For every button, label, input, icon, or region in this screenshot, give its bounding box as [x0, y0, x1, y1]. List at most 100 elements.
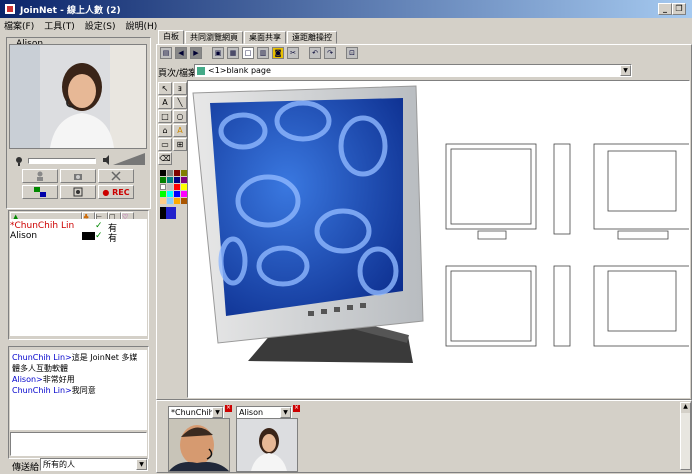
page-selector-label: 頁次/檔案 [158, 69, 198, 79]
color-orange[interactable] [174, 198, 180, 204]
color-peach[interactable] [160, 198, 166, 204]
volume-meter[interactable] [113, 153, 145, 165]
pages-icon[interactable]: ▥ [257, 46, 269, 59]
next-page-icon[interactable]: ▶ [190, 46, 202, 59]
participant-name: Alison [10, 231, 38, 241]
text-tool-icon[interactable]: A [158, 96, 172, 109]
snapshot-icon [73, 187, 83, 197]
speaker-icon[interactable] [102, 155, 112, 165]
camera-button[interactable] [60, 169, 96, 183]
menu-file[interactable]: 檔案(F) [4, 19, 34, 32]
color-white[interactable] [160, 184, 166, 190]
color-black[interactable] [160, 170, 166, 176]
line-width-icon[interactable] [160, 207, 182, 219]
participant-status: 有 [108, 224, 118, 234]
video2-name: Alison [239, 408, 264, 417]
chat-sender: ChunChih Lin> [12, 353, 72, 362]
participant-status: 有 [108, 234, 118, 244]
color-cyan[interactable] [167, 191, 173, 197]
microphone-icon[interactable] [14, 156, 24, 166]
page-icon [197, 66, 205, 75]
participant-row[interactable]: *ChunChih Lin ✓ 有 [10, 221, 147, 234]
font-tool-icon[interactable]: A [173, 124, 187, 137]
prev-page-icon[interactable]: ◀ [175, 46, 187, 59]
mic-volume-slider[interactable] [28, 158, 96, 164]
color-sky[interactable] [167, 198, 173, 204]
participant-name: *ChunChih Lin [10, 221, 75, 231]
color-gray[interactable] [167, 170, 173, 176]
open-icon[interactable]: ▤ [160, 46, 172, 59]
send-target-select[interactable]: 所有的人 ▼ [40, 458, 148, 471]
menu-settings[interactable]: 設定(S) [85, 19, 116, 32]
restore-button[interactable]: ❐ [672, 3, 686, 15]
redo-icon[interactable]: ↷ [324, 46, 336, 59]
remote-video-1 [168, 418, 230, 472]
layout-icon [34, 187, 46, 197]
color-silver[interactable] [167, 184, 173, 190]
color-palette [160, 170, 187, 204]
cut-icon[interactable]: ✂ [287, 46, 299, 59]
chat-sender: Alison> [12, 375, 43, 384]
participant-row[interactable]: Alison ✓ 有 [10, 231, 147, 244]
participant-list: *ChunChih Lin ✓ 有 Alison ✓ 有 [10, 219, 147, 336]
line-tool-icon[interactable]: ╲ [173, 96, 187, 109]
new-page-icon[interactable]: □ [242, 46, 254, 59]
woman-headset-image [237, 419, 297, 471]
page-selector-value: <1>blank page [208, 66, 271, 75]
color-teal[interactable] [167, 177, 173, 183]
fill-rect-icon[interactable]: ▭ [158, 138, 172, 151]
tab-remote-control[interactable]: 遠距離操控 [287, 31, 337, 44]
color-green[interactable] [160, 177, 166, 183]
page-selector[interactable]: <1>blank page ▼ [194, 64, 632, 77]
mute-button[interactable] [98, 169, 134, 183]
chat-message: Alison>非常好用 [12, 374, 145, 385]
chevron-down-icon[interactable]: ▼ [280, 407, 291, 418]
whiteboard-canvas[interactable] [187, 80, 691, 398]
rectangle-tool-icon[interactable]: □ [158, 110, 172, 123]
menu-bar: 檔案(F) 工具(T) 設定(S) 說明(H) [0, 18, 692, 32]
chevron-down-icon[interactable]: ▼ [620, 65, 631, 76]
paste-icon[interactable]: ◙ [272, 46, 284, 59]
user-button[interactable] [22, 169, 58, 183]
lasso-icon[interactable]: ⱻ [173, 82, 187, 95]
drawing-tools: ↖ ⱻ A ╲ □ ○ ⌂ A ▭ ⊞ ⌫ [156, 80, 187, 221]
chevron-down-icon[interactable]: ▼ [212, 407, 223, 418]
tab-whiteboard[interactable]: 白板 [158, 30, 184, 45]
man-headset-image [169, 419, 229, 471]
close-video1-icon[interactable]: × [225, 405, 232, 412]
chat-sender: ChunChih Lin> [12, 386, 72, 395]
ellipse-tool-icon[interactable]: ○ [173, 110, 187, 123]
chevron-down-icon[interactable]: ▼ [136, 459, 147, 470]
record-button[interactable]: ● REC [98, 185, 134, 199]
save-icon[interactable]: ▣ [212, 46, 224, 59]
image-icon[interactable]: ▦ [227, 46, 239, 59]
menu-help[interactable]: 說明(H) [125, 19, 157, 32]
fit-icon[interactable]: ⊡ [346, 46, 358, 59]
chat-message: ChunChih Lin>這是 JoinNet 多媒體多人互動軟體 [12, 352, 145, 374]
color-red[interactable] [174, 184, 180, 190]
minimize-button[interactable]: _ [658, 3, 672, 15]
color-navy[interactable] [174, 177, 180, 183]
menu-tools[interactable]: 工具(T) [44, 19, 75, 32]
grid-tool-icon[interactable]: ⊞ [173, 138, 187, 151]
close-video2-icon[interactable]: × [293, 405, 300, 412]
check-icon: ✓ [95, 231, 103, 241]
color-lime[interactable] [160, 191, 166, 197]
chat-input[interactable] [10, 432, 147, 456]
undo-icon[interactable]: ↶ [309, 46, 321, 59]
shape-tool-icon[interactable]: ⌂ [158, 124, 172, 137]
color-maroon[interactable] [174, 170, 180, 176]
tab-cobrowse[interactable]: 共同瀏覽網頁 [185, 31, 243, 44]
snapshot-button[interactable] [60, 185, 96, 199]
window-title: JoinNet - 線上人數 (2) [20, 5, 121, 16]
chat-text: 我同意 [71, 386, 96, 395]
remote-video-2 [236, 418, 298, 472]
color-blue[interactable] [174, 191, 180, 197]
tab-desktop-share[interactable]: 桌面共享 [244, 31, 286, 44]
select-arrow-icon[interactable]: ↖ [158, 82, 172, 95]
whiteboard-button[interactable] [22, 185, 58, 199]
eraser-icon[interactable]: ⌫ [158, 152, 172, 165]
vertical-scrollbar[interactable]: ▲ [680, 402, 691, 470]
scroll-up-icon[interactable]: ▲ [681, 403, 690, 413]
camera-icon [74, 174, 82, 180]
